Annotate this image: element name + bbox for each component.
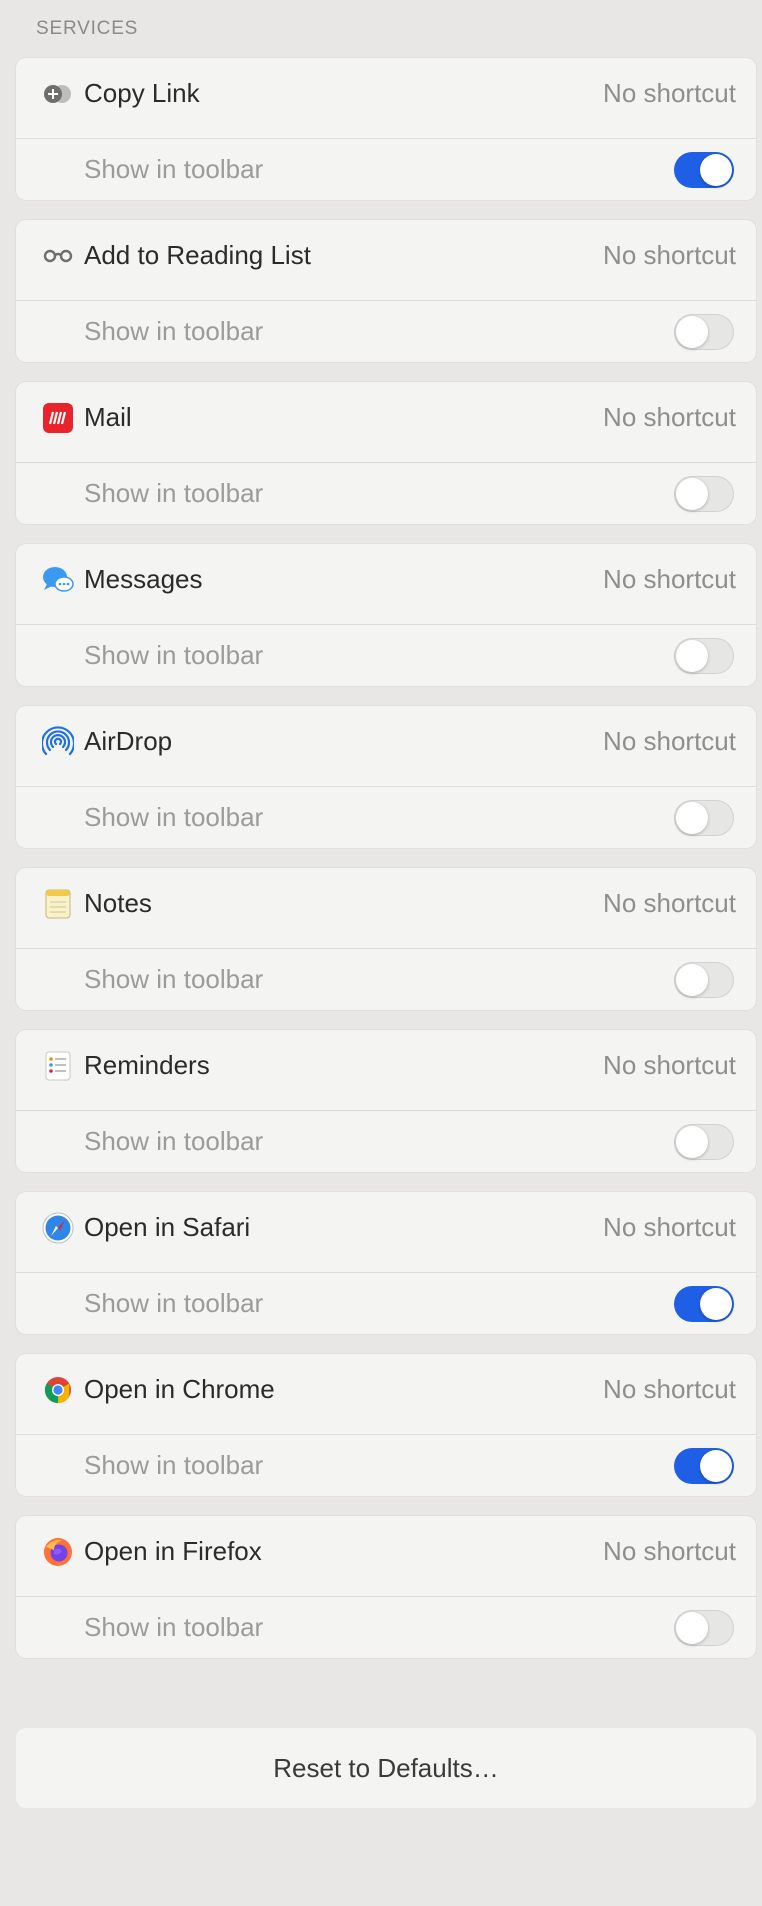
reading-glasses-icon	[42, 240, 74, 272]
service-row[interactable]: Mail No shortcut	[16, 382, 756, 453]
show-in-toolbar-toggle[interactable]	[674, 1447, 734, 1484]
service-card-airdrop: AirDrop No shortcut Show in toolbar	[16, 706, 756, 848]
show-in-toolbar-label: Show in toolbar	[84, 1126, 264, 1156]
toggle-knob	[676, 639, 708, 672]
chrome-icon	[42, 1374, 74, 1406]
shortcut-field[interactable]: No shortcut	[603, 888, 736, 919]
service-card-mail: Mail No shortcut Show in toolbar	[16, 382, 756, 524]
service-title: Mail	[84, 402, 132, 432]
shortcut-field[interactable]: No shortcut	[603, 1212, 736, 1243]
reset-to-defaults-button[interactable]: Reset to Defaults…	[16, 1728, 756, 1808]
service-card-messages: Messages No shortcut Show in toolbar	[16, 544, 756, 686]
service-card-notes: Notes No shortcut Show in toolbar	[16, 868, 756, 1010]
show-in-toolbar-label: Show in toolbar	[84, 964, 264, 994]
service-title: AirDrop	[84, 726, 173, 756]
toggle-knob	[676, 315, 708, 348]
show-in-toolbar-label: Show in toolbar	[84, 316, 264, 346]
service-title: Notes	[84, 888, 152, 918]
airdrop-icon	[42, 725, 74, 758]
show-in-toolbar-label: Show in toolbar	[84, 1612, 264, 1642]
shortcut-field[interactable]: No shortcut	[603, 78, 736, 109]
service-card-safari: Open in Safari No shortcut Show in toolb…	[16, 1192, 756, 1334]
shortcut-field[interactable]: No shortcut	[603, 1536, 736, 1567]
messages-icon	[42, 564, 74, 596]
service-row[interactable]: Messages No shortcut	[16, 544, 756, 615]
toggle-knob	[676, 801, 708, 834]
show-in-toolbar-toggle[interactable]	[674, 637, 734, 674]
service-card-reading-list: Add to Reading List No shortcut Show in …	[16, 220, 756, 362]
show-in-toolbar-toggle[interactable]	[674, 799, 734, 836]
service-card-firefox: Open in Firefox No shortcut Show in tool…	[16, 1516, 756, 1658]
show-in-toolbar-toggle[interactable]	[674, 961, 734, 998]
service-row[interactable]: AirDrop No shortcut	[16, 706, 756, 777]
service-row[interactable]: Reminders No shortcut	[16, 1030, 756, 1101]
toggle-knob	[676, 1125, 708, 1158]
firefox-icon	[42, 1536, 74, 1568]
shortcut-field[interactable]: No shortcut	[603, 564, 736, 595]
service-title: Open in Firefox	[84, 1536, 262, 1566]
show-in-toolbar-label: Show in toolbar	[84, 1450, 264, 1480]
service-title: Messages	[84, 564, 203, 594]
service-title: Open in Chrome	[84, 1374, 275, 1404]
toggle-knob	[676, 963, 708, 996]
toggle-knob	[700, 153, 732, 186]
shortcut-field[interactable]: No shortcut	[603, 1050, 736, 1081]
show-in-toolbar-toggle[interactable]	[674, 151, 734, 188]
show-in-toolbar-label: Show in toolbar	[84, 802, 264, 832]
show-in-toolbar-toggle[interactable]	[674, 1123, 734, 1160]
shortcut-field[interactable]: No shortcut	[603, 402, 736, 433]
show-in-toolbar-toggle[interactable]	[674, 313, 734, 350]
service-row[interactable]: Notes No shortcut	[16, 868, 756, 939]
toggle-knob	[700, 1287, 732, 1320]
show-in-toolbar-label: Show in toolbar	[84, 478, 264, 508]
service-row[interactable]: Copy Link No shortcut	[16, 58, 756, 129]
copy-link-icon	[42, 78, 74, 110]
service-card-chrome: Open in Chrome No shortcut Show in toolb…	[16, 1354, 756, 1496]
service-row[interactable]: Add to Reading List No shortcut	[16, 220, 756, 291]
toggle-knob	[676, 477, 708, 510]
service-card-copy-link: Copy Link No shortcut Show in toolbar	[16, 58, 756, 200]
mail-icon	[42, 402, 74, 434]
toggle-knob	[700, 1449, 732, 1482]
service-title: Open in Safari	[84, 1212, 251, 1242]
show-in-toolbar-label: Show in toolbar	[84, 1288, 264, 1318]
service-row[interactable]: Open in Chrome No shortcut	[16, 1354, 756, 1425]
service-title: Reminders	[84, 1050, 210, 1080]
service-title: Add to Reading List	[84, 240, 311, 270]
service-row[interactable]: Open in Safari No shortcut	[16, 1192, 756, 1263]
safari-icon	[42, 1212, 74, 1244]
shortcut-field[interactable]: No shortcut	[603, 1374, 736, 1405]
service-title: Copy Link	[84, 78, 200, 108]
toggle-knob	[676, 1611, 708, 1644]
show-in-toolbar-toggle[interactable]	[674, 1285, 734, 1322]
service-card-reminders: Reminders No shortcut Show in toolbar	[16, 1030, 756, 1172]
reminders-icon	[42, 1050, 74, 1082]
shortcut-field[interactable]: No shortcut	[603, 240, 736, 271]
service-row[interactable]: Open in Firefox No shortcut	[16, 1516, 756, 1587]
section-title: SERVICES	[36, 18, 139, 39]
show-in-toolbar-label: Show in toolbar	[84, 154, 264, 184]
shortcut-field[interactable]: No shortcut	[603, 726, 736, 757]
show-in-toolbar-label: Show in toolbar	[84, 640, 264, 670]
show-in-toolbar-toggle[interactable]	[674, 1609, 734, 1646]
notes-icon	[42, 888, 74, 920]
show-in-toolbar-toggle[interactable]	[674, 475, 734, 512]
